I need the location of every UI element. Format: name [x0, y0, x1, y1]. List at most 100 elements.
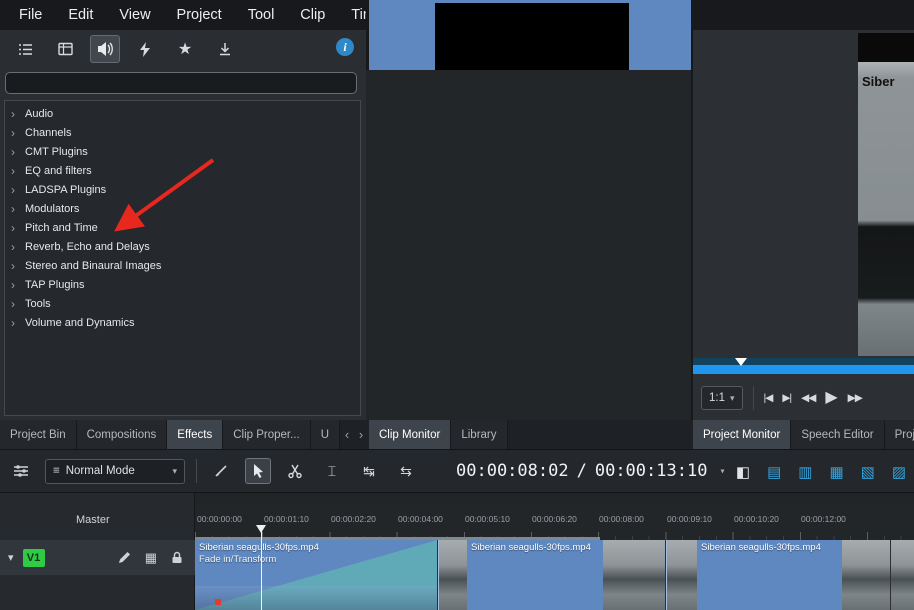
category-label: Modulators [25, 203, 79, 215]
lock-track-icon[interactable] [171, 551, 183, 564]
effects-category-tools[interactable]: › Tools [5, 294, 360, 313]
cut-clip-button[interactable] [282, 458, 308, 484]
menu-item-project[interactable]: Project [164, 0, 235, 30]
chevron-right-icon[interactable]: › [11, 184, 19, 196]
collapse-track-icon[interactable]: ▾ [8, 551, 14, 564]
tab-compositions[interactable]: Compositions [77, 420, 168, 449]
effects-category-cmt-plugins[interactable]: ›CMT Plugins [5, 142, 360, 161]
ruler-tick: 00:00:01:10 [264, 514, 309, 524]
effects-category-modulators[interactable]: › Modulators [5, 199, 360, 218]
effects-category-pitch-and-time[interactable]: ›Pitch and Time [5, 218, 360, 237]
tab-scroll-right-button[interactable]: › [354, 420, 368, 449]
effects-search-input[interactable] [5, 72, 357, 94]
go-to-zone-start-button[interactable]: |◀ [764, 393, 773, 404]
effects-category-ladspa-plugins[interactable]: ›LADSPA Plugins [5, 180, 360, 199]
zoom-level-dropdown[interactable]: 1:1▾ [701, 386, 743, 410]
effects-category-audio[interactable]: ›Audio [5, 104, 360, 123]
clip-thumbnail[interactable] [891, 540, 914, 610]
selection-tool-button[interactable] [245, 458, 271, 484]
effects-categories-button[interactable] [10, 35, 40, 63]
chevron-right-icon[interactable]: › [11, 203, 19, 215]
chevron-right-icon[interactable]: › [11, 108, 19, 120]
menu-item-clip[interactable]: Clip [287, 0, 338, 30]
tab-undo-history[interactable]: U [311, 420, 340, 449]
tab-scroll-left-button[interactable]: ‹ [340, 420, 354, 449]
effects-category-tap-plugins[interactable]: ›TAP Plugins [5, 275, 360, 294]
chevron-right-icon[interactable]: › [11, 298, 19, 310]
menu-item-tool[interactable]: Tool [235, 0, 288, 30]
snap-toggle-button[interactable]: ▧ [861, 465, 875, 480]
track-name-badge[interactable]: V1 [23, 549, 45, 567]
rewind-button[interactable]: ◀◀ [801, 393, 815, 404]
chevron-right-icon[interactable]: › [11, 146, 19, 158]
menu-item-view[interactable]: View [106, 0, 163, 30]
tab-project-notes[interactable]: Project N [885, 420, 914, 449]
menu-item-edit[interactable]: Edit [55, 0, 106, 30]
chevron-right-icon[interactable]: › [11, 317, 19, 329]
play-button[interactable]: ▶ [825, 390, 837, 406]
tab-project-monitor[interactable]: Project Monitor [693, 420, 791, 449]
split-view-button[interactable]: ◧ [736, 465, 750, 480]
effects-category-volume-dynamics[interactable]: › Volume and Dynamics [5, 313, 360, 332]
lightning-icon [139, 42, 151, 57]
category-label: Volume and Dynamics [25, 317, 134, 329]
effects-category-reverb-echo-delays[interactable]: › Reverb, Echo and Delays [5, 237, 360, 256]
effects-category-eq-and-filters[interactable]: ›EQ and filters [5, 161, 360, 180]
project-monitor-controls: 1:1▾ |◀ ▶| ◀◀ ▶ ▶▶ [693, 376, 914, 420]
show-video-thumbnails-button[interactable]: ▤ [767, 465, 781, 480]
timeline-clip[interactable]: Siberian seagulls-30fps.mp4 [666, 540, 890, 610]
timeline-clip[interactable]: Siberian seagulls-30fps.mp4 Fade in/Tran… [195, 540, 437, 610]
clip-monitor-video[interactable] [435, 3, 629, 70]
chevron-right-icon[interactable]: › [11, 279, 19, 291]
audio-effects-button[interactable] [90, 35, 120, 63]
forward-button[interactable]: ▶▶ [848, 393, 862, 404]
track-header-v1[interactable]: ▾ V1 ▦ [0, 540, 195, 575]
effects-category-stereo-binaural[interactable]: ›Stereo and Binaural Images [5, 256, 360, 275]
timeline-playhead[interactable] [261, 526, 262, 610]
show-audio-thumbnails-button[interactable]: ▥ [798, 465, 812, 480]
tab-speech-editor[interactable]: Speech Editor [791, 420, 884, 449]
tab-library[interactable]: Library [451, 420, 507, 449]
ripple-tool-button[interactable]: ⇆ [393, 458, 419, 484]
chevron-down-icon[interactable]: ▾ [719, 466, 725, 477]
edit-track-icon[interactable] [118, 551, 131, 564]
info-button[interactable]: i [336, 38, 354, 56]
chevron-right-icon[interactable]: › [11, 241, 19, 253]
spacer-tool-button[interactable]: ↹ [356, 458, 382, 484]
download-effects-button[interactable] [210, 35, 240, 63]
chevron-right-icon[interactable]: › [11, 165, 19, 177]
ruler-tick: 00:00:04:00 [398, 514, 443, 524]
keyframe-marker[interactable] [215, 599, 221, 605]
chevron-right-icon[interactable]: › [11, 127, 19, 139]
fit-zoom-button[interactable]: ▨ [892, 465, 906, 480]
thumbnails-toggle-icon[interactable]: ▦ [145, 551, 157, 564]
master-track-button[interactable]: Master [0, 507, 195, 533]
menu-item-file[interactable]: File [6, 0, 55, 30]
seek-playhead-marker[interactable] [735, 358, 747, 366]
go-to-zone-end-button[interactable]: ▶| [782, 393, 791, 404]
track-settings-button[interactable] [8, 458, 34, 484]
category-label: Reverb, Echo and Delays [25, 241, 150, 253]
custom-effects-button[interactable] [130, 35, 160, 63]
edit-mode-dropdown[interactable]: ≡ Normal Mode ▾ [45, 459, 185, 484]
chevron-right-icon[interactable]: › [11, 260, 19, 272]
video-effects-button[interactable] [50, 35, 80, 63]
clip-monitor: In Point 1:1▾ ⊡ |◀ ▶| ◀◀ ▶ ▶▶ ▣ › [366, 0, 691, 70]
category-label: Tools [25, 298, 51, 310]
track-v1-lane[interactable]: Siberian seagulls-30fps.mp4 Fade in/Tran… [195, 540, 914, 610]
tab-clip-properties[interactable]: Clip Proper... [223, 420, 310, 449]
timeline-clip[interactable]: Siberian seagulls-30fps.mp4 [438, 540, 665, 610]
effects-category-channels[interactable]: ›Channels [5, 123, 360, 142]
track-header-column: Master ▾ V1 ▦ [0, 493, 195, 610]
timeline-ruler[interactable]: 00:00:00:00 00:00:01:10 00:00:02:20 00:0… [195, 505, 914, 540]
show-markers-button[interactable]: ▦ [829, 465, 843, 480]
tab-project-bin[interactable]: Project Bin [0, 420, 77, 449]
favorites-button[interactable]: ★ [170, 35, 200, 63]
razor-tool-button[interactable] [208, 458, 234, 484]
project-monitor: Siber 1:1▾ |◀ ▶| ◀◀ ▶ ▶▶ [691, 30, 914, 420]
project-monitor-seekbar[interactable] [693, 358, 914, 374]
chevron-right-icon[interactable]: › [11, 222, 19, 234]
tab-clip-monitor[interactable]: Clip Monitor [369, 420, 451, 449]
mix-clips-button[interactable]: ⌶ [319, 458, 345, 484]
tab-effects[interactable]: Effects [167, 420, 223, 449]
